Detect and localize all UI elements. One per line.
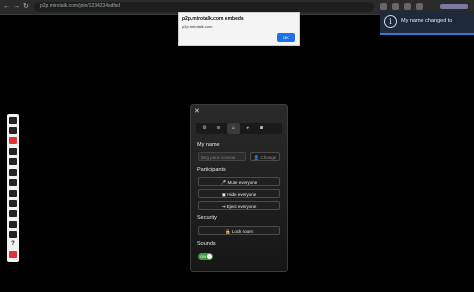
mute-everyone-label: Mute everyone — [227, 180, 258, 185]
toast-notification: i My name changed to — [380, 11, 474, 35]
lock-room-button[interactable]: 🔒 Lock room — [198, 226, 280, 235]
bookmark-icon[interactable] — [380, 3, 387, 10]
browser-menu-button[interactable] — [440, 4, 468, 9]
grid-icon[interactable] — [9, 231, 17, 238]
microphone-icon[interactable] — [9, 127, 17, 134]
close-icon[interactable]: ✕ — [194, 108, 200, 115]
sounds-toggle[interactable]: ON — [198, 253, 213, 260]
name-input[interactable]: Beg para nomear — [198, 152, 246, 161]
chat-icon[interactable] — [9, 158, 17, 165]
change-name-button[interactable]: 👤 Change — [250, 152, 280, 161]
forward-icon[interactable]: → — [13, 3, 20, 11]
emoji-icon[interactable] — [9, 169, 17, 176]
eject-everyone-label: Eject everyone — [226, 204, 257, 209]
settings-icon[interactable] — [9, 210, 17, 217]
participants-icon[interactable] — [9, 200, 17, 207]
profile-icon[interactable] — [416, 3, 423, 10]
fullscreen-icon[interactable] — [9, 221, 17, 228]
settings-tabs: ⚙ ≋ ⌂ ◕ ◙ — [196, 123, 282, 134]
downloads-icon[interactable] — [404, 3, 411, 10]
alert-message: p2p.mirotalk.com — [182, 24, 213, 29]
lock-room-label: Lock room — [231, 229, 253, 234]
toggle-on-text: ON — [200, 254, 206, 259]
mute-everyone-button[interactable]: 🎤 Mute everyone — [198, 177, 280, 186]
alert-title: p2p.mirotalk.com embeds — [182, 16, 244, 22]
palette-icon[interactable]: ◕ — [241, 123, 254, 134]
alert-dialog: p2p.mirotalk.com embeds p2p.mirotalk.com… — [178, 12, 300, 46]
hide-everyone-button[interactable]: ▣ Hide everyone — [198, 189, 280, 198]
address-bar-url: p2p.mirotalk.com/join/1234234sdfsd — [40, 3, 121, 9]
change-label: Change — [260, 155, 277, 160]
whiteboard-icon[interactable] — [9, 179, 17, 186]
settings-panel: ✕ ⚙ ≋ ⌂ ◕ ◙ My name Beg para nomear 👤 Ch… — [190, 104, 288, 272]
home-icon[interactable]: ⌂ — [227, 123, 240, 134]
record-icon[interactable] — [9, 148, 17, 155]
video-camera-off-icon[interactable] — [9, 137, 17, 144]
toggle-knob — [207, 254, 212, 259]
alert-ok-button[interactable]: OK — [277, 33, 295, 42]
help-icon[interactable]: ? — [9, 241, 17, 248]
security-label: Security — [197, 215, 217, 221]
wifi-icon[interactable]: ≋ — [212, 123, 225, 134]
address-bar[interactable]: p2p.mirotalk.com/join/1234234sdfsd — [34, 2, 374, 12]
file-share-icon[interactable] — [9, 190, 17, 197]
reload-icon[interactable]: ↻ — [23, 3, 29, 11]
my-name-label: My name — [197, 142, 220, 148]
gear-icon[interactable]: ⚙ — [198, 123, 211, 134]
extension-icon[interactable] — [392, 3, 399, 10]
eject-everyone-button[interactable]: ⇥ Eject everyone — [198, 201, 280, 210]
leave-icon[interactable] — [9, 251, 17, 258]
camera-icon[interactable]: ◙ — [255, 123, 268, 134]
sounds-label: Sounds — [197, 241, 216, 247]
screen-share-icon[interactable] — [9, 117, 17, 124]
toast-text: My name changed to — [401, 18, 453, 24]
back-icon[interactable]: ← — [3, 3, 10, 11]
left-toolbar: ? — [7, 114, 19, 262]
info-icon: i — [384, 15, 397, 28]
hide-everyone-label: Hide everyone — [227, 192, 257, 197]
participants-label: Participants — [197, 167, 226, 173]
